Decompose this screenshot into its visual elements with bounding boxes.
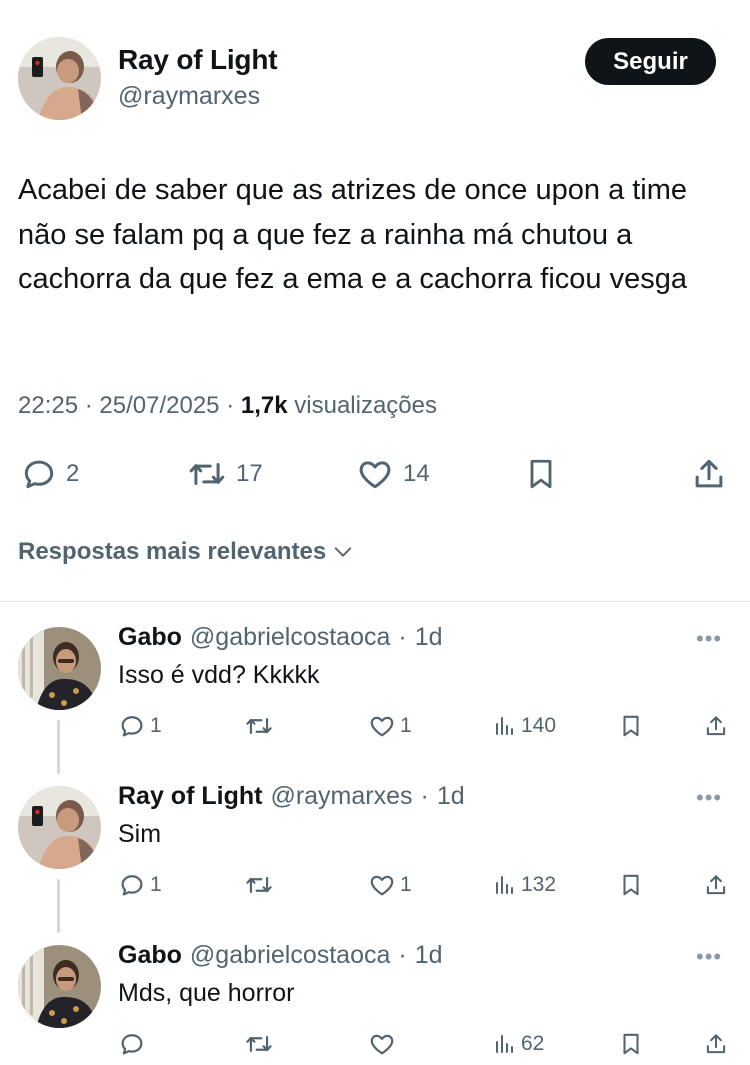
post-text: Acabei de saber que as atrizes de once u… <box>18 174 688 295</box>
author-handle[interactable]: @raymarxes <box>118 82 260 111</box>
more-icon[interactable]: ••• <box>696 944 722 970</box>
reply-author-name[interactable]: Gabo <box>118 941 182 970</box>
repost-icon <box>246 876 272 894</box>
reply-avatar[interactable] <box>18 627 101 710</box>
share-action[interactable] <box>703 1030 729 1058</box>
author-avatar[interactable] <box>18 37 101 120</box>
reply-text: Isso é vdd? Kkkkk <box>118 661 320 689</box>
repost-icon <box>246 1035 272 1053</box>
share-icon <box>706 716 726 736</box>
bookmark-action[interactable] <box>618 871 644 899</box>
reply-icon <box>121 875 143 896</box>
views-icon <box>496 876 513 894</box>
share-action[interactable] <box>703 871 729 899</box>
like-action[interactable]: 1 <box>368 712 412 740</box>
sort-replies-dropdown[interactable]: Respostas mais relevantes <box>18 538 354 566</box>
reply-action[interactable]: 1 <box>118 871 162 899</box>
more-icon[interactable]: ••• <box>696 785 722 811</box>
reply-action[interactable] <box>118 1030 150 1058</box>
views-label: visualizações <box>294 392 437 419</box>
more-icon[interactable]: ••• <box>696 626 722 652</box>
reply-age[interactable]: 1d <box>415 941 443 970</box>
bookmark-action[interactable] <box>618 1030 644 1058</box>
reply-header: Gabo @gabrielcostaoca · 1d <box>118 623 443 652</box>
repost-action[interactable] <box>244 871 278 899</box>
reply-author-handle[interactable]: @raymarxes <box>270 782 412 811</box>
share-icon <box>695 459 723 488</box>
repost-count: 17 <box>236 460 263 487</box>
reply-avatar[interactable] <box>18 786 101 869</box>
post-time[interactable]: 22:25 <box>18 392 78 419</box>
thread-line <box>57 720 60 774</box>
reply-text: Sim <box>118 820 162 848</box>
reply-age[interactable]: 1d <box>437 782 465 811</box>
share-action[interactable] <box>690 454 728 494</box>
repost-icon <box>246 717 272 735</box>
views-count: 62 <box>521 1032 545 1055</box>
reply-count: 2 <box>66 460 80 487</box>
repost-action[interactable] <box>244 1030 278 1058</box>
share-icon <box>706 1034 726 1054</box>
sort-label: Respostas mais relevantes <box>18 538 327 565</box>
meta-separator: · <box>226 392 235 419</box>
like-action[interactable]: 1 <box>368 871 412 899</box>
bookmark-icon <box>623 874 639 896</box>
bookmark-icon <box>530 459 552 489</box>
reply-count: 1 <box>150 714 162 737</box>
repost-action[interactable] <box>244 712 278 740</box>
follow-button[interactable]: Seguir <box>585 38 716 85</box>
bookmark-action[interactable] <box>618 712 644 740</box>
thread-line <box>57 879 60 933</box>
heart-icon <box>359 461 391 489</box>
meta-separator: · <box>398 623 407 651</box>
reply-action[interactable]: 2 <box>20 455 79 493</box>
reply-action[interactable]: 1 <box>118 712 162 740</box>
reply-author-name[interactable]: Gabo <box>118 623 182 652</box>
views-action[interactable]: 140 <box>493 712 556 740</box>
bookmark-icon <box>623 715 639 737</box>
heart-icon <box>370 875 394 896</box>
author-name[interactable]: Ray of Light <box>118 44 278 76</box>
reply-header: Gabo @gabrielcostaoca · 1d <box>118 941 443 970</box>
share-action[interactable] <box>703 712 729 740</box>
like-count: 1 <box>400 873 412 896</box>
reply-text: Mds, que horror <box>118 979 295 1007</box>
like-count: 1 <box>400 714 412 737</box>
reply-header: Ray of Light @raymarxes · 1d <box>118 782 465 811</box>
views-count: 132 <box>521 873 557 896</box>
reply-author-name[interactable]: Ray of Light <box>118 782 262 811</box>
share-icon <box>706 875 726 895</box>
reply-count: 1 <box>150 873 162 896</box>
chevron-down-icon <box>334 547 352 557</box>
bookmark-icon <box>623 1033 639 1055</box>
reply-icon <box>24 460 54 489</box>
heart-icon <box>370 716 394 737</box>
meta-separator: · <box>84 392 93 419</box>
meta-separator: · <box>398 941 407 969</box>
heart-icon <box>370 1034 394 1055</box>
views-action[interactable]: 132 <box>493 871 556 899</box>
reply-icon <box>121 716 143 737</box>
views-icon <box>496 1035 513 1053</box>
like-count: 14 <box>403 460 430 487</box>
views-icon <box>496 717 513 735</box>
like-action[interactable]: 14 <box>355 455 430 493</box>
post-date[interactable]: 25/07/2025 <box>99 392 219 419</box>
reply-author-handle[interactable]: @gabrielcostaoca <box>190 623 391 652</box>
meta-separator: · <box>420 782 429 810</box>
reply-icon <box>121 1034 143 1055</box>
reply-avatar[interactable] <box>18 945 101 1028</box>
reply-author-handle[interactable]: @gabrielcostaoca <box>190 941 391 970</box>
repost-icon <box>189 462 225 486</box>
repost-action[interactable]: 17 <box>186 455 263 493</box>
reply-age[interactable]: 1d <box>415 623 443 652</box>
views-count: 140 <box>521 714 557 737</box>
divider <box>0 601 750 602</box>
like-action[interactable] <box>368 1030 400 1058</box>
bookmark-action[interactable] <box>523 454 559 494</box>
post-meta: 22:25 · 25/07/2025 · 1,7k visualizações <box>18 392 437 420</box>
views-action[interactable]: 62 <box>493 1030 544 1058</box>
views-count: 1,7k <box>240 392 288 419</box>
